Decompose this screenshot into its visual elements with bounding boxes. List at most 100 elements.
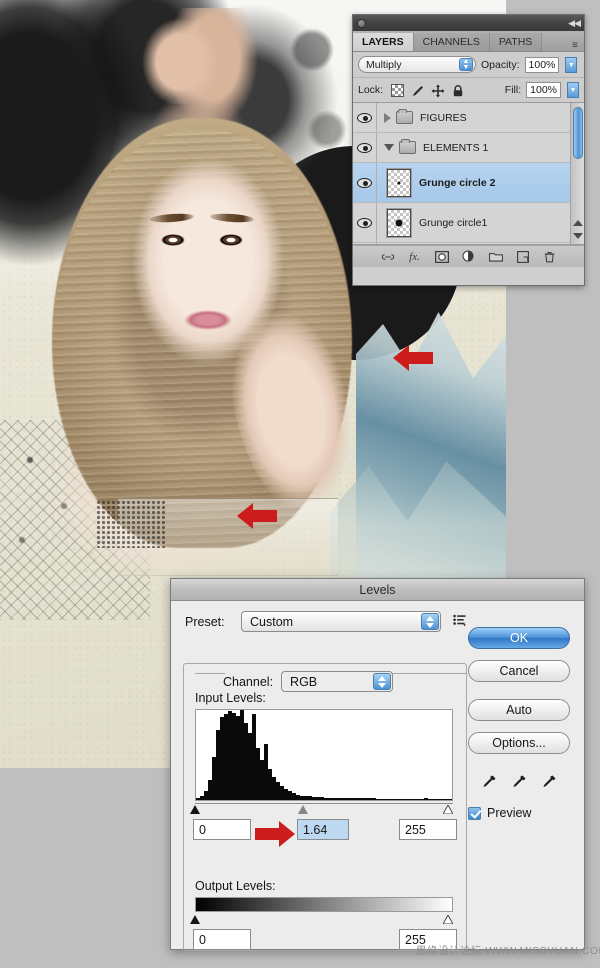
eye-icon[interactable] <box>357 217 372 228</box>
panel-menu-icon[interactable]: ≡ <box>572 40 584 51</box>
eyedropper-group[interactable] <box>468 774 570 792</box>
group-expand-chevron-down-icon[interactable] <box>384 144 394 151</box>
ok-button[interactable]: OK <box>468 627 570 649</box>
layers-panel[interactable]: ◀◀ LAYERS CHANNELS PATHS ≡ Multiply ▲ ▼ O… <box>352 14 585 286</box>
tab-channels[interactable]: CHANNELS <box>413 33 490 51</box>
levels-dialog[interactable]: Levels Preset: Custom Channel: RGB Input… <box>170 578 585 951</box>
opacity-label: Opacity: <box>481 58 520 71</box>
channel-select[interactable]: RGB <box>281 671 394 692</box>
dark-hair-model-face <box>140 18 220 104</box>
scroll-up-arrow-icon[interactable] <box>573 220 583 226</box>
folder-icon <box>396 109 413 124</box>
layer-name: FIGURES <box>420 111 467 124</box>
channel-stepper-icon[interactable] <box>373 673 392 690</box>
output-levels-slider[interactable] <box>190 913 453 925</box>
preview-checkbox[interactable] <box>468 806 481 820</box>
input-gamma-field[interactable]: 1.64 <box>297 819 349 840</box>
layer-row-grunge-circle-2[interactable]: Grunge circle 2 <box>353 163 584 203</box>
auto-button[interactable]: Auto <box>468 699 570 721</box>
layer-name: Grunge circle 2 <box>419 176 496 189</box>
layer-visibility-toggle[interactable] <box>353 203 377 242</box>
annotation-arrow-canvas-middle <box>237 503 277 529</box>
lock-transparency-icon[interactable] <box>391 83 405 97</box>
fx-icon[interactable]: fx. <box>408 250 422 263</box>
preset-options-icon[interactable] <box>453 614 468 630</box>
output-black-slider-handle[interactable] <box>190 915 200 924</box>
set-gray-point-icon[interactable] <box>511 774 527 792</box>
layer-mask-icon[interactable] <box>434 250 449 263</box>
blend-mode-value: Multiply <box>366 58 402 71</box>
preview-row[interactable]: Preview <box>468 806 570 820</box>
layer-row-grunge-circle-1[interactable]: Grunge circle1 <box>353 203 584 243</box>
tab-layers[interactable]: LAYERS <box>353 33 414 51</box>
opacity-input[interactable]: 100% <box>524 56 560 73</box>
channel-row[interactable]: Channel: RGB <box>223 671 394 692</box>
watermark: 思缘设计论坛 WWW.MISSYUAN.COM <box>416 945 600 957</box>
layer-visibility-toggle[interactable] <box>353 133 377 162</box>
preview-label: Preview <box>487 806 532 820</box>
black-point-slider-handle[interactable] <box>190 805 200 814</box>
eye-icon[interactable] <box>357 142 372 153</box>
collapse-panel-icon[interactable]: ◀◀ <box>568 18 581 29</box>
layer-row-figures[interactable]: FIGURES <box>353 103 584 133</box>
preset-select[interactable]: Custom <box>241 611 441 632</box>
fieldset-line-left <box>195 673 225 674</box>
eye-left <box>156 232 190 247</box>
layer-visibility-toggle[interactable] <box>353 103 377 132</box>
panel-titlebar[interactable]: ◀◀ <box>353 15 584 31</box>
white-point-slider-handle[interactable] <box>443 805 453 814</box>
lock-row[interactable]: Lock: Fill: 100% ▼ <box>353 78 584 103</box>
layer-thumbnail[interactable] <box>386 207 412 238</box>
dialog-button-column[interactable]: OK Cancel Auto Options... Preview <box>468 627 570 820</box>
new-group-icon[interactable] <box>488 250 503 263</box>
gamma-slider-handle[interactable] <box>298 805 308 814</box>
preset-label: Preset: <box>185 614 225 629</box>
scroll-down-arrow-icon[interactable] <box>573 233 583 239</box>
preset-value: Custom <box>250 614 294 629</box>
halftone-dots-element <box>96 500 166 548</box>
layer-row-saucer[interactable]: Saucer <box>353 243 584 244</box>
opacity-chevron-down-icon[interactable]: ▼ <box>565 56 578 73</box>
layer-visibility-toggle[interactable] <box>353 163 377 202</box>
panel-tab-bar[interactable]: LAYERS CHANNELS PATHS ≡ <box>353 31 584 52</box>
input-levels-slider[interactable] <box>190 803 453 815</box>
output-black-field[interactable]: 0 <box>193 929 251 950</box>
new-layer-icon[interactable] <box>516 250 530 263</box>
layer-list-scrollbar[interactable] <box>570 103 584 244</box>
link-icon[interactable] <box>381 250 395 263</box>
panel-close-icon[interactable] <box>357 18 366 28</box>
annotation-arrow-gamma-field <box>255 821 295 847</box>
scrollbar-thumb[interactable] <box>573 107 583 159</box>
adjustment-layer-icon[interactable] <box>462 250 476 263</box>
input-white-field[interactable]: 255 <box>399 819 457 840</box>
fill-input[interactable]: 100% <box>526 82 561 98</box>
layers-panel-footer[interactable]: fx. <box>353 245 584 267</box>
blend-mode-row[interactable]: Multiply ▲ ▼ Opacity: 100% ▼ <box>353 52 584 78</box>
blend-mode-chevron-icon[interactable]: ▲ ▼ <box>459 58 473 71</box>
layer-row-elements-1[interactable]: ELEMENTS 1 <box>353 133 584 163</box>
preset-stepper-icon[interactable] <box>421 613 439 630</box>
eye-icon[interactable] <box>357 112 372 123</box>
fill-label: Fill: <box>504 84 522 96</box>
delete-layer-icon[interactable] <box>543 250 557 263</box>
layer-visibility-toggle[interactable] <box>353 243 377 244</box>
annotation-arrow-canvas-right <box>393 345 433 371</box>
eye-right <box>214 232 248 247</box>
cancel-button[interactable]: Cancel <box>468 660 570 682</box>
lock-image-brush-icon[interactable] <box>411 84 424 97</box>
eye-icon[interactable] <box>357 177 372 188</box>
tab-paths[interactable]: PATHS <box>489 33 543 51</box>
set-white-point-icon[interactable] <box>541 774 557 792</box>
set-black-point-icon[interactable] <box>481 774 497 792</box>
options-button[interactable]: Options... <box>468 732 570 754</box>
layer-list[interactable]: FIGURES ELEMENTS 1 Grunge circle 2 Grung… <box>353 103 584 245</box>
blend-mode-select[interactable]: Multiply ▲ ▼ <box>358 56 476 73</box>
lock-position-move-icon[interactable] <box>431 84 445 97</box>
input-black-field[interactable]: 0 <box>193 819 251 840</box>
fill-chevron-down-icon[interactable]: ▼ <box>567 82 579 98</box>
preset-row[interactable]: Preset: Custom <box>185 611 468 632</box>
layer-thumbnail[interactable] <box>386 167 412 198</box>
group-expand-chevron-right-icon[interactable] <box>384 112 391 123</box>
lock-all-icon[interactable] <box>451 84 464 97</box>
output-white-slider-handle[interactable] <box>443 915 453 924</box>
